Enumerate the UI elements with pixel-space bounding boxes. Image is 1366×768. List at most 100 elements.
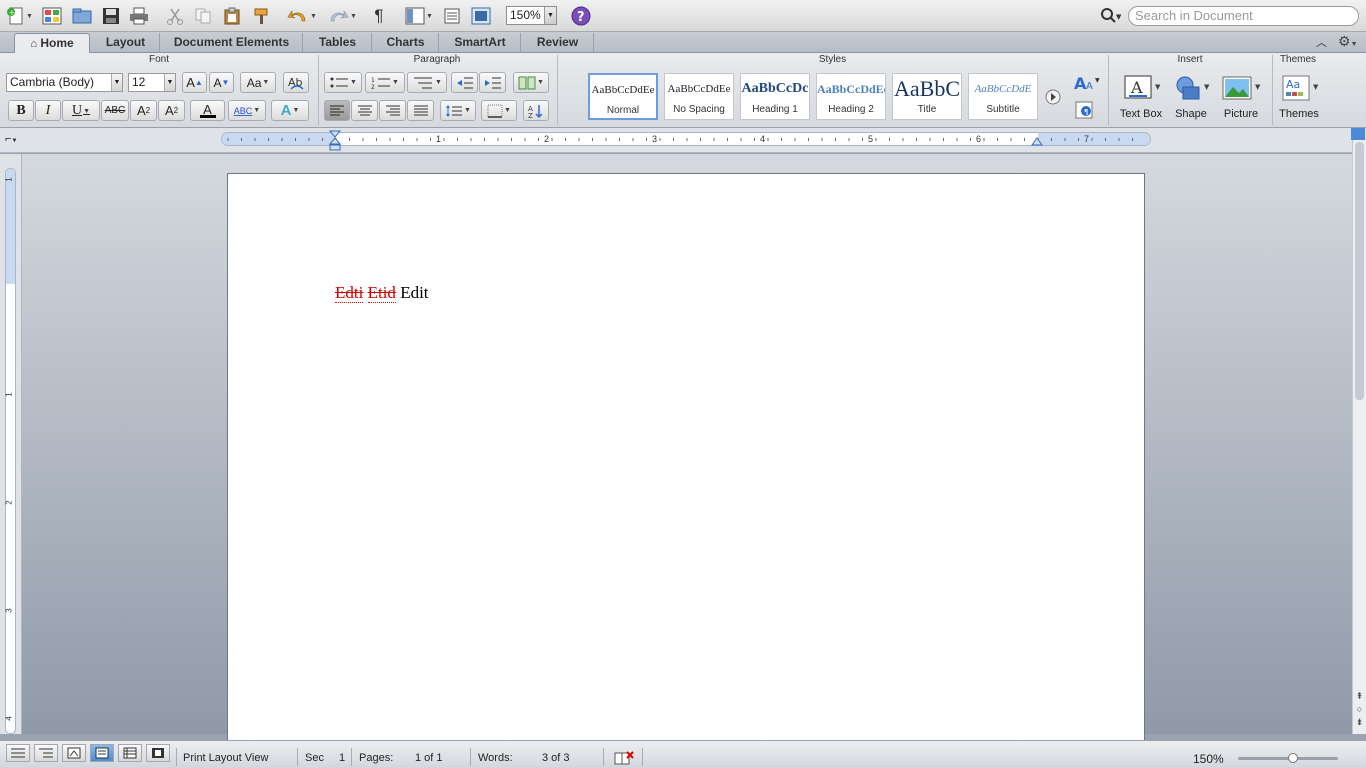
grow-font-button[interactable]: A ▲ xyxy=(182,72,207,93)
tab-charts[interactable]: Charts xyxy=(373,33,439,53)
indent-marker[interactable] xyxy=(328,130,342,152)
format-painter-button[interactable] xyxy=(250,5,274,27)
tab-home[interactable]: ⌂ Home xyxy=(14,33,90,53)
line-spacing-button[interactable]: ▼ xyxy=(440,100,476,121)
tab-label: Layout xyxy=(105,35,146,49)
focus-view-button[interactable] xyxy=(146,744,170,762)
tab-stop-selector-icon[interactable]: ⌐▼ xyxy=(5,133,17,145)
open-button[interactable] xyxy=(70,5,94,27)
previous-page-icon[interactable]: ⇞ xyxy=(1353,690,1366,703)
ruler-toggle-icon[interactable] xyxy=(1351,128,1365,140)
deleted-text[interactable]: Etid xyxy=(367,283,396,303)
tab-document-elements[interactable]: Document Elements xyxy=(161,33,303,53)
themes-button[interactable]: Aa ▼ Themes xyxy=(1275,73,1323,121)
insert-picture-button[interactable]: ▼ Picture xyxy=(1217,73,1265,121)
align-left-button[interactable] xyxy=(324,100,350,121)
cut-button[interactable] xyxy=(163,5,187,27)
style-label: No Spacing xyxy=(673,104,725,115)
style-sample: AaBbCcDc xyxy=(741,81,809,96)
insert-text-box-button[interactable]: A ▼ Text Box xyxy=(1113,73,1169,121)
style-inspector-button[interactable]: ¶ xyxy=(1074,100,1096,123)
shape-icon: ▼ xyxy=(1176,76,1210,100)
deleted-text[interactable]: Edti xyxy=(335,283,364,303)
change-case-button[interactable]: Aa ▼ xyxy=(240,72,276,93)
font-color-button[interactable]: A xyxy=(190,100,225,121)
words-label[interactable]: Words: xyxy=(478,752,513,764)
style-heading-2[interactable]: AaBbCcDdEe Heading 2 xyxy=(816,73,886,120)
new-document-button[interactable]: + ▼ xyxy=(4,5,36,27)
sort-button[interactable]: AZ xyxy=(523,100,549,121)
scrollbar-thumb[interactable] xyxy=(1355,142,1364,400)
paste-button[interactable] xyxy=(220,5,244,27)
document-page[interactable] xyxy=(227,173,1145,743)
clear-formatting-button[interactable]: Ab xyxy=(283,72,309,93)
bullets-button[interactable]: ▼ xyxy=(324,72,362,93)
right-indent-marker[interactable] xyxy=(1031,136,1043,146)
style-no-spacing[interactable]: AaBbCcDdEe No Spacing xyxy=(664,73,734,120)
bold-button[interactable]: B xyxy=(8,100,34,121)
media-browser-button[interactable] xyxy=(469,5,493,27)
toolbox-icon xyxy=(444,8,460,24)
publishing-view-button[interactable] xyxy=(62,744,86,762)
justify-button[interactable] xyxy=(407,100,434,121)
superscript-button[interactable]: A2 xyxy=(130,100,157,121)
templates-button[interactable] xyxy=(40,5,64,27)
styles-group-title: Styles xyxy=(818,54,847,65)
collapse-ribbon-icon[interactable]: ︿ xyxy=(1316,34,1327,50)
style-title[interactable]: AaBbC Title xyxy=(892,73,962,120)
draft-view-button[interactable] xyxy=(6,744,30,762)
style-subtitle[interactable]: AaBbCcDdE Subtitle xyxy=(968,73,1038,120)
print-layout-view-button[interactable] xyxy=(90,744,114,762)
browse-object-icon[interactable]: ○ xyxy=(1353,703,1366,716)
undo-button[interactable]: ▼ xyxy=(284,5,320,27)
styles-next-button[interactable] xyxy=(1045,89,1061,108)
font-name-select[interactable]: Cambria (Body) ▼ xyxy=(6,73,123,92)
zoom-slider-thumb[interactable] xyxy=(1288,753,1298,763)
tab-tables[interactable]: Tables xyxy=(304,33,372,53)
shrink-font-button[interactable]: A ▼ xyxy=(209,72,234,93)
zoom-select[interactable]: 150% ▼ xyxy=(506,6,557,25)
tab-smartart[interactable]: SmartArt xyxy=(440,33,521,53)
highlight-button[interactable]: ABC ▼ xyxy=(228,100,266,121)
copy-button[interactable] xyxy=(191,5,215,27)
show-formatting-button[interactable]: ¶ xyxy=(368,5,390,27)
save-button[interactable] xyxy=(99,5,123,27)
tab-review[interactable]: Review xyxy=(522,33,594,53)
subscript-button[interactable]: A2 xyxy=(158,100,185,121)
insert-shape-button[interactable]: ▼ Shape xyxy=(1168,73,1214,121)
document-body-text[interactable]: Edti Etid Edit xyxy=(335,283,429,303)
toolbox-button[interactable] xyxy=(440,5,464,27)
style-normal[interactable]: AaBbCcDdEe Normal xyxy=(588,73,658,120)
numbering-button[interactable]: 1 2 ▼ xyxy=(365,72,405,93)
outline-view-button[interactable] xyxy=(34,744,58,762)
tab-layout[interactable]: Layout xyxy=(92,33,160,53)
style-heading-1[interactable]: AaBbCcDc Heading 1 xyxy=(740,73,810,120)
ruler-number: 4 xyxy=(760,134,766,144)
strikethrough-button[interactable]: ABC xyxy=(101,100,129,121)
help-button[interactable]: ? xyxy=(569,5,593,27)
print-button[interactable] xyxy=(127,5,151,27)
align-right-button[interactable] xyxy=(379,100,406,121)
borders-button[interactable]: ▼ xyxy=(481,100,517,121)
columns-button[interactable]: ▼ xyxy=(513,72,549,93)
font-size-select[interactable]: 12 ▼ xyxy=(128,73,176,92)
redo-button[interactable]: ▼ xyxy=(324,5,360,27)
text-effects-button[interactable]: A ▼ xyxy=(271,100,309,121)
ribbon-settings-gear-icon[interactable]: ⚙▼ xyxy=(1338,33,1358,50)
view-toggle-button[interactable]: ▼ xyxy=(402,5,436,27)
italic-button[interactable]: I xyxy=(35,100,61,121)
multilevel-list-button[interactable]: ▼ xyxy=(407,72,447,93)
next-page-icon[interactable]: ⇟ xyxy=(1353,716,1366,729)
spelling-grammar-status-icon[interactable] xyxy=(614,751,634,768)
manage-styles-button[interactable]: A A ▼ xyxy=(1072,72,1102,97)
align-center-button[interactable] xyxy=(351,100,378,121)
search-in-document-input[interactable]: Search in Document xyxy=(1128,6,1359,26)
increase-indent-button[interactable] xyxy=(479,72,506,93)
pages-value: 1 of 1 xyxy=(415,752,443,764)
notebook-view-button[interactable] xyxy=(118,744,142,762)
words-value[interactable]: 3 of 3 xyxy=(542,752,570,764)
inserted-text[interactable]: Edit xyxy=(400,283,428,302)
underline-button[interactable]: U ▼ xyxy=(62,100,100,121)
search-icon[interactable]: ▼ xyxy=(1100,7,1124,25)
decrease-indent-button[interactable] xyxy=(451,72,478,93)
